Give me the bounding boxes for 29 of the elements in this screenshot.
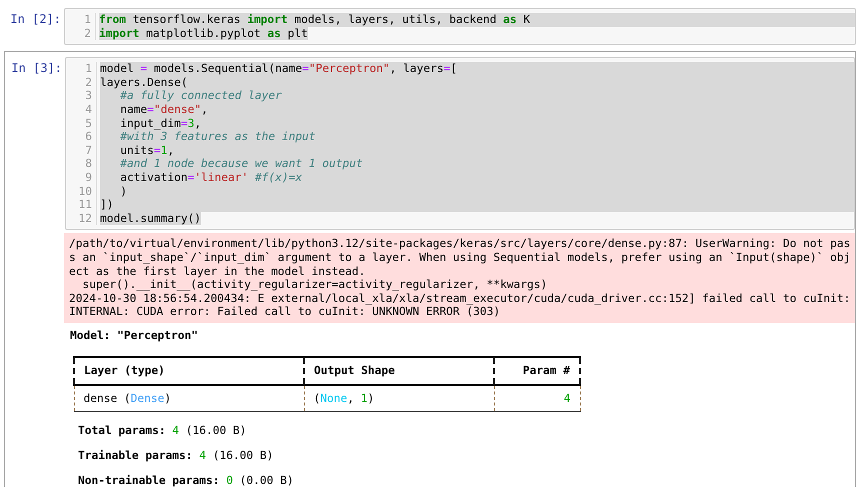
table-cell: (None, 1) xyxy=(304,384,494,412)
model-title: Model: "Perceptron" xyxy=(70,328,199,342)
line-number: 4 xyxy=(84,102,92,117)
column-header: Param # xyxy=(494,356,580,385)
error-output: /path/to/virtual/environment/lib/python3.12/site-packages/keras/src/layers/core/dense.py:87: UserWarning: Do not pas s an `input_shape`/`input_dim` argument to a layer. When using Sequential models, prefer using an `Input(shape)` obj ect as the first layer in the model instead. super().__init__(activity_regularizer=activity_regularizer, **kwargs) 2024-10-30 18:56:54.200434: E external/local_xla/xla/stream_executor/cuda/cuda_driver.cc:152] failed call to cuInit: INTERNAL: CUDA error: Failed call to cuInit: UNKNOWN ERROR (303) xyxy=(64,233,855,323)
code-editor[interactable]: 1 2 from tensorflow.keras import models, layers, utils, backend as K import matplotlib.pyplot as plt xyxy=(64,8,856,46)
param-count: Non-trainable params: 0 (0.00 B) xyxy=(78,474,295,487)
line-number: 9 xyxy=(84,170,92,185)
line-number: 5 xyxy=(84,116,92,130)
line-number: 1 xyxy=(83,13,91,27)
param-count: Total params: 4 (16.00 B) xyxy=(78,424,248,437)
column-header: Output Shape xyxy=(304,356,494,385)
line-number: 12 xyxy=(78,212,92,226)
column-header: Layer (type) xyxy=(74,356,304,385)
line-number: 1 xyxy=(84,62,92,76)
line-number: 7 xyxy=(84,144,92,158)
table-cell: dense (Dense) xyxy=(74,384,304,412)
line-number: 10 xyxy=(78,184,92,198)
line-number: 8 xyxy=(84,157,92,171)
line-number: 2 xyxy=(84,76,92,90)
input-prompt: In [3]: xyxy=(10,60,63,76)
line-number: 2 xyxy=(83,26,91,40)
param-count: Trainable params: 4 (16.00 B) xyxy=(78,448,274,462)
line-number: 11 xyxy=(78,198,92,212)
line-number: 3 xyxy=(84,89,92,103)
code-editor[interactable] xyxy=(65,57,855,230)
input-prompt: In [2]: xyxy=(9,11,62,26)
line-number: 6 xyxy=(84,130,92,144)
table-cell: 4 xyxy=(494,384,580,412)
